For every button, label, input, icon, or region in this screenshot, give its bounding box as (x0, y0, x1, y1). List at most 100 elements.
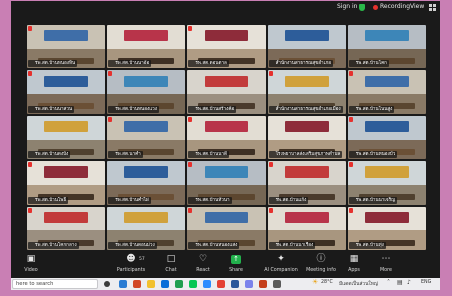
chat-icon: □ (166, 254, 176, 264)
participants-label: Participants (116, 268, 146, 273)
chrome-icon[interactable] (217, 280, 225, 288)
backdrop-banner (204, 211, 249, 224)
backdrop-banner (284, 166, 329, 178)
participant-tile[interactable]: รพ.สต.บ้านดงบัง (27, 115, 106, 160)
participant-name: รพ.สต.บ้านทุ่ง (348, 241, 386, 249)
participant-tile[interactable]: รพ.สต.บ้านโนนสูง (347, 70, 426, 114)
task-view-icon[interactable] (104, 281, 110, 287)
backdrop-banner (124, 166, 169, 178)
participant-name: รพ.สต.บ้านสร้างค้อ (188, 105, 237, 113)
muted-mic-icon (348, 162, 353, 168)
participant-name: รพ.สต.บ้านดอนม่วง (108, 241, 157, 249)
share-label: Share (229, 268, 243, 273)
grid-view-icon[interactable] (429, 4, 436, 11)
video-label: Video (24, 268, 38, 273)
participant-name: สำนักงานสาธารณสุขอำเภอเมือง (268, 105, 343, 113)
recording-indicator[interactable]: Recording (380, 3, 410, 10)
temperature-text[interactable]: 28°C (321, 280, 333, 285)
muted-mic-icon (348, 116, 353, 122)
participant-tile[interactable]: รพ.สต.บ้านหัวนา (187, 161, 266, 205)
backdrop-banner (204, 166, 249, 178)
taskbar-search-box[interactable]: here to search (12, 279, 98, 289)
volume-icon[interactable]: ♪ (407, 279, 411, 286)
edge-browser-icon[interactable] (119, 280, 127, 288)
participant-tile[interactable]: รพ.สต.ดอนตาล (187, 25, 266, 69)
backdrop-banner (364, 75, 409, 87)
muted-mic-icon (268, 207, 273, 213)
participant-tile[interactable]: โรงพยาบาลส่งเสริมสุขภาพตำบล (267, 115, 346, 160)
more-icon: ⋯ (381, 254, 391, 264)
backdrop-banner (364, 211, 409, 224)
participant-tile[interactable]: รพ.สต.บ้านหนองหิน (27, 25, 106, 69)
backdrop-banner (364, 30, 409, 42)
participant-tile[interactable]: สำนักงานสาธารณสุขอำเภอ (267, 25, 346, 69)
more-button[interactable]: ⋯ More (366, 254, 406, 274)
muted-mic-icon (28, 26, 32, 31)
backdrop-banner (204, 75, 249, 87)
participant-tile[interactable]: รพ.สต.บ้านหนองบัว (347, 115, 426, 160)
participant-tile[interactable]: รพ.สต.บ้านดอนม่วง (107, 206, 186, 250)
backdrop-banner (44, 121, 88, 133)
participant-tile[interactable]: รพ.สต.บ้านหนองแสง (187, 206, 266, 250)
participant-name: รพ.สต.บ้านหนองบัว (348, 151, 398, 159)
participant-tile[interactable]: รพ.สต.บ้านหนองแวง (107, 70, 186, 114)
powerpoint-icon[interactable] (259, 280, 267, 288)
participant-name: รพ.สต.บ้านโพธิ์ (28, 196, 69, 204)
muted-mic-icon (28, 207, 32, 213)
backdrop-banner (364, 166, 409, 178)
backdrop-banner (284, 121, 329, 133)
participant-tile[interactable]: รพ.สต.บ้านโคก (347, 25, 426, 69)
backdrop-banner (364, 121, 409, 133)
meeting-top-bar: Sign in Recording View (11, 1, 440, 14)
participant-tile[interactable]: รพ.สต.บ้านนาสวน (27, 70, 106, 114)
office-icon[interactable] (133, 280, 141, 288)
gallery-view: รพ.สต.บ้านหนองหิน รพ.สต.บ้านนาอ้อ รพ.สต.ดอ… (27, 25, 426, 250)
participants-button[interactable]: ☻ 57 Participants (111, 255, 151, 274)
word-icon[interactable] (231, 280, 239, 288)
participant-tile[interactable]: รพ.สต.บ้านแก้ง (267, 161, 346, 205)
muted-mic-icon (108, 71, 113, 77)
participant-tile[interactable]: รพ.สต.บ้านนาเจริญ (347, 161, 426, 205)
participant-name: รพ.สต.บ้านดงบัง (28, 151, 71, 159)
participant-tile[interactable]: รพ.สต.บ้านนาเรือง (267, 206, 346, 250)
participant-name: สำนักงานสาธารณสุขอำเภอ (268, 60, 333, 68)
participant-name: รพ.สต.บ้านโคกกลาง (28, 241, 79, 249)
participant-name: รพ.สต.บ้านแก้ง (268, 196, 309, 204)
share-button[interactable]: ↑ Share (216, 255, 256, 273)
teams-icon[interactable] (245, 280, 253, 288)
view-button[interactable]: View (410, 3, 424, 10)
shield-icon[interactable] (359, 4, 365, 11)
muted-mic-icon (188, 26, 193, 31)
windows-taskbar: here to search ☀ 28°C มีแดดเป็นส่วนใหญ่ … (11, 278, 440, 290)
excel-icon[interactable] (175, 280, 183, 288)
zoom-meeting-window: Sign in Recording View รพ.สต.บ้านหนองหิน… (11, 1, 440, 290)
app-icon[interactable] (273, 280, 281, 288)
participant-tile[interactable]: รพ.สต.บ้านนาอ้อ (107, 25, 186, 69)
participant-name: รพ.สต.บ้านหนองหิน (28, 60, 78, 68)
zoom-app-icon[interactable] (203, 280, 211, 288)
participant-tile[interactable]: รพ.สต.บ้านคำไผ่ (107, 161, 186, 205)
participant-tile[interactable]: รพ.สต.บ้านสร้างค้อ (187, 70, 266, 114)
file-explorer-icon[interactable] (147, 280, 155, 288)
chevron-up-icon[interactable]: ˄ (387, 279, 390, 286)
video-button[interactable]: ▣ Video (11, 254, 51, 274)
participant-tile[interactable]: รพ.สต.บ้านนาดี (187, 115, 266, 160)
store-icon[interactable] (161, 280, 169, 288)
video-camera-icon: ▣ (26, 254, 36, 264)
sign-in-link[interactable]: Sign in (337, 3, 357, 10)
participant-tile[interactable]: รพ.สต.นาคำ (107, 115, 186, 160)
line-app-icon[interactable] (189, 280, 197, 288)
participant-tile[interactable]: รพ.สต.บ้านโคกกลาง (27, 206, 106, 250)
participant-tile[interactable]: สำนักงานสาธารณสุขอำเภอเมือง (267, 70, 346, 114)
participant-tile[interactable]: รพ.สต.บ้านโพธิ์ (27, 161, 106, 205)
backdrop-banner (44, 75, 88, 87)
backdrop-banner (204, 30, 249, 42)
participant-tile[interactable]: รพ.สต.บ้านทุ่ง (347, 206, 426, 250)
language-indicator[interactable]: ENG (421, 280, 431, 285)
participant-name: รพ.สต.บ้านหัวนา (188, 196, 232, 204)
weather-icon: ☀ (312, 278, 319, 286)
muted-mic-icon (188, 162, 193, 168)
weather-text[interactable]: มีแดดเป็นส่วนใหญ่ (339, 280, 378, 288)
backdrop-banner (124, 211, 169, 224)
network-icon[interactable]: ▤ (397, 279, 403, 286)
